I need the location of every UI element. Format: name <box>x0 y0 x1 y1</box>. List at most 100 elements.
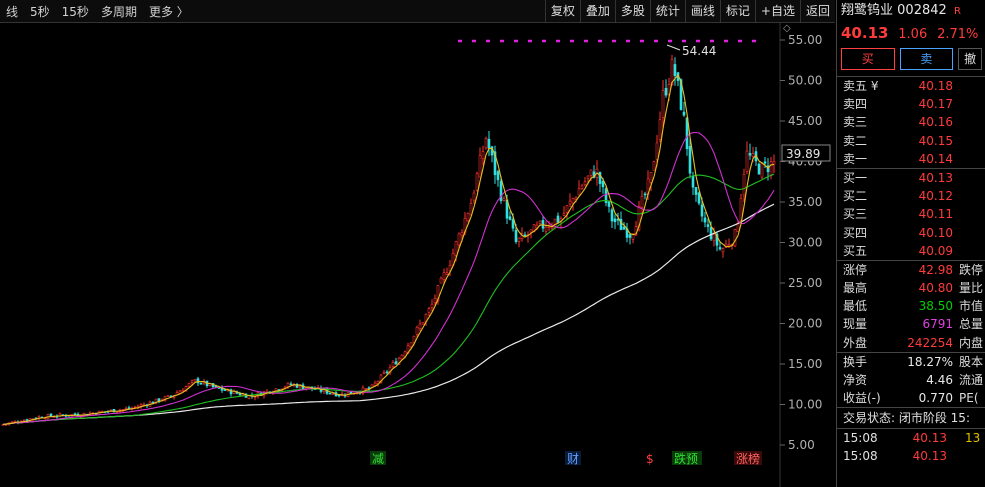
stat-row: 外盘 242254 内盘 <box>843 335 984 350</box>
sell-button[interactable]: 卖 <box>899 48 954 70</box>
candle-body <box>460 232 464 236</box>
buy-button[interactable]: 买 <box>841 48 895 70</box>
candle-body <box>547 226 551 228</box>
tab-5s[interactable]: 5秒 <box>24 3 56 20</box>
y-tick-label: 20.00 <box>788 317 822 331</box>
candle-body <box>454 241 458 256</box>
candle-body <box>394 361 398 365</box>
candle-body <box>694 187 698 195</box>
candle-body <box>673 64 677 76</box>
candle-body <box>703 217 707 223</box>
multi-stock-button[interactable]: 多股 <box>614 0 650 22</box>
candle-body <box>439 277 443 284</box>
candle-body <box>718 247 722 250</box>
tab-more[interactable]: 更多 〉 <box>143 3 195 20</box>
tick-row: 15:08 40.13 13 <box>843 431 981 446</box>
candlestick-chart[interactable]: ◇ 54.44 55.0050.0045.0040.0035.0030.0025… <box>0 23 835 487</box>
candle-body <box>556 215 560 223</box>
y-tick-label: 55.00 <box>788 33 822 47</box>
candle-body <box>580 185 584 189</box>
candle-body <box>487 138 491 149</box>
quote-panel: 翔鹭钨业 002842 R 40.13 1.06 2.71% 买 卖 撤 卖五 … <box>836 0 985 487</box>
candle-body <box>688 146 692 174</box>
candle-body <box>373 382 377 386</box>
candle-body <box>760 162 764 178</box>
order-row: 买五 40.09 <box>843 243 953 258</box>
trade-buttons: 买 卖 撤 <box>837 44 985 74</box>
candle-body <box>586 175 590 179</box>
candle-body <box>697 192 701 204</box>
order-row: 买一 40.13 <box>843 170 953 185</box>
cancel-order-button[interactable]: 撤 <box>958 48 983 70</box>
candle-body <box>193 378 197 382</box>
last-price: 40.13 <box>841 24 889 42</box>
candle-body <box>757 163 761 175</box>
candle-body <box>682 111 686 116</box>
order-row: 卖五 ¥40.18 <box>843 79 953 93</box>
candle-body <box>769 161 773 176</box>
event-dollar-marker: $ <box>646 452 654 466</box>
back-button[interactable]: 返回 <box>799 0 835 22</box>
tab-line[interactable]: 线 <box>0 3 24 20</box>
chart-tools: 复权 叠加 多股 统计 画线 标记 +自选 返回 <box>544 0 835 22</box>
candle-body <box>418 323 422 330</box>
candle-body <box>187 383 191 387</box>
candle-body <box>466 213 470 222</box>
candle-body <box>700 204 704 217</box>
candle-body <box>472 192 476 201</box>
kline-svg[interactable]: ◇ 54.44 55.0050.0045.0040.0035.0030.0025… <box>0 23 835 487</box>
candle-body <box>391 362 395 367</box>
current-price-label: 39.89 <box>786 147 820 161</box>
candle-body <box>643 193 647 196</box>
candle-body <box>706 224 710 227</box>
y-tick-label: 15.00 <box>788 357 822 371</box>
tab-15s[interactable]: 15秒 <box>56 3 95 20</box>
candle-body <box>166 395 170 397</box>
candle-body <box>274 388 278 392</box>
candle-body <box>442 272 446 280</box>
candle-body <box>481 151 485 160</box>
add-watchlist-button[interactable]: +自选 <box>754 0 800 22</box>
candle-body <box>421 322 425 325</box>
candle-body <box>622 226 626 230</box>
candle-body <box>190 380 194 383</box>
y-tick-label: 45.00 <box>788 114 822 128</box>
candle-body <box>748 153 752 156</box>
candle-body <box>649 172 653 183</box>
adjust-button[interactable]: 复权 <box>544 0 580 22</box>
stock-header: 翔鹭钨业 002842 R <box>837 0 985 22</box>
candle-body <box>544 226 548 232</box>
candle-body <box>400 354 404 360</box>
event-dropwarn-marker: 跌预 <box>674 451 698 466</box>
candle-body <box>601 180 605 188</box>
statistics-button[interactable]: 统计 <box>649 0 685 22</box>
candle-body <box>385 371 389 374</box>
ma-long-line <box>2 203 775 425</box>
candle-body <box>721 248 725 253</box>
candle-body <box>517 237 521 242</box>
candle-body <box>772 161 776 165</box>
order-row: 买二 40.12 <box>843 189 953 204</box>
candle-body <box>49 413 53 417</box>
candle-body <box>364 388 368 390</box>
stats-block: 涨停 42.98 跌停 最高 40.80 量比 最低 38.50 市值 现量 6791 总量 外… <box>837 261 985 352</box>
candle-body <box>712 233 716 242</box>
candle-body <box>568 200 572 205</box>
candle-body <box>25 419 29 421</box>
candle-body <box>565 205 569 213</box>
stat-row: 现量 6791 总量 <box>843 317 984 332</box>
chart-toolbar: 线 5秒 15秒 多周期 更多 〉 复权 叠加 多股 统计 画线 标记 +自选 … <box>0 0 835 23</box>
candle-body <box>661 90 665 118</box>
mark-button[interactable]: 标记 <box>719 0 755 22</box>
y-tick-label: 50.00 <box>788 74 822 88</box>
candle-body <box>655 142 659 160</box>
trade-status: 交易状态: 闭市阶段 15: <box>843 411 970 426</box>
y-tick-label: 35.00 <box>788 195 822 209</box>
tab-multi-period[interactable]: 多周期 <box>95 3 143 20</box>
order-row: 买四 40.10 <box>843 225 953 240</box>
candle-body <box>709 227 713 240</box>
draw-line-button[interactable]: 画线 <box>684 0 720 22</box>
overlay-button[interactable]: 叠加 <box>579 0 615 22</box>
candle-body <box>433 298 437 303</box>
candle-body <box>742 174 746 196</box>
